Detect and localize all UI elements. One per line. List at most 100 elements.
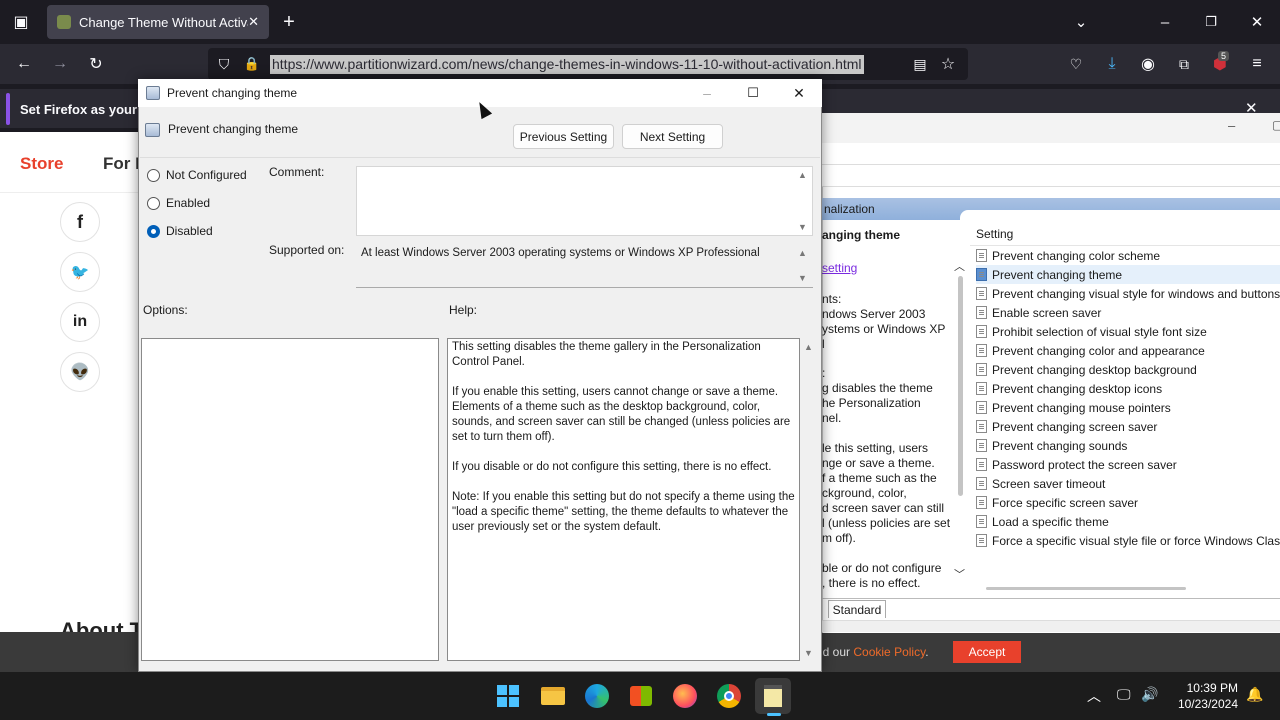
clock-date: 10/23/2024: [1177, 697, 1238, 711]
minimize-browser-icon[interactable]: –: [1142, 0, 1188, 44]
tab-close-icon[interactable]: ✕: [248, 14, 259, 30]
list-hscrollbar[interactable]: [986, 587, 1186, 590]
tab-overflow-chevron-icon[interactable]: ⌄: [1058, 0, 1104, 44]
setting-row[interactable]: Prohibit selection of visual style font …: [976, 322, 1207, 341]
settings-column-header[interactable]: Setting: [976, 227, 1013, 241]
pocket-icon[interactable]: ♡: [1061, 49, 1091, 79]
radio-circle[interactable]: [147, 196, 160, 210]
next-setting-button[interactable]: Next Setting: [622, 124, 723, 149]
bookmark-star-icon[interactable]: ☆: [933, 49, 963, 79]
setting-row[interactable]: Prevent changing sounds: [976, 436, 1127, 455]
start-icon[interactable]: [490, 678, 526, 714]
help-scroll-down-icon[interactable]: ▼: [804, 648, 813, 658]
setting-row[interactable]: Enable screen saver: [976, 303, 1101, 322]
extensions-icon[interactable]: ⧉: [1169, 49, 1199, 79]
supported-scroll-up-icon[interactable]: ▲: [798, 248, 807, 258]
tray-overflow-icon[interactable]: ︿: [1087, 686, 1101, 706]
setting-row[interactable]: Force specific screen saver: [976, 493, 1138, 512]
comment-label: Comment:: [269, 165, 325, 179]
list-scrollbar-thumb[interactable]: [958, 276, 963, 496]
setting-label: Screen saver timeout: [992, 476, 1106, 491]
setting-label: Prevent changing color and appearance: [992, 343, 1205, 358]
gpedit-edit-link[interactable]: setting: [822, 261, 857, 275]
store-icon[interactable]: [623, 678, 659, 714]
new-tab-icon[interactable]: +: [274, 7, 304, 37]
comment-textarea[interactable]: [356, 166, 813, 236]
lock-icon[interactable]: 🔒: [237, 49, 267, 79]
tab-list-icon[interactable]: ▣: [6, 7, 36, 37]
radio-circle[interactable]: [147, 168, 160, 182]
notification-accent: [6, 93, 10, 125]
dialog-close-icon[interactable]: ✕: [776, 79, 822, 107]
radio-enabled[interactable]: Enabled: [147, 196, 210, 210]
forward-icon[interactable]: →: [45, 49, 75, 79]
gpedit-restore-icon[interactable]: ▢: [1272, 118, 1280, 132]
twitter-icon[interactable]: 🐦: [60, 252, 100, 292]
taskbar-clock[interactable]: 10:39 PM 10/23/2024: [1170, 680, 1238, 712]
notepad-icon[interactable]: [755, 678, 791, 714]
reddit-icon[interactable]: 👽: [60, 352, 100, 392]
setting-row[interactable]: Prevent changing theme: [976, 265, 1280, 284]
app-menu-icon[interactable]: ≡: [1242, 49, 1272, 79]
list-scroll-up-icon[interactable]: ︿: [954, 258, 965, 274]
network-icon[interactable]: 🖵: [1117, 686, 1131, 703]
setting-row[interactable]: Prevent changing screen saver: [976, 417, 1157, 436]
nav-store-link[interactable]: Store: [20, 154, 63, 174]
setting-row[interactable]: Password protect the screen saver: [976, 455, 1177, 474]
radio-label: Not Configured: [166, 168, 247, 182]
notifications-bell-icon[interactable]: 🔔: [1246, 686, 1263, 703]
help-scroll-up-icon[interactable]: ▲: [804, 342, 813, 352]
gpedit-minimize-icon[interactable]: –: [1228, 118, 1235, 133]
close-browser-icon[interactable]: ✕: [1234, 0, 1280, 44]
policy-name: Prevent changing theme: [168, 122, 299, 136]
edge-icon[interactable]: [579, 678, 615, 714]
comment-scroll-up-icon[interactable]: ▲: [798, 170, 807, 180]
url-text-selected[interactable]: https://www.partitionwizard.com/news/cha…: [270, 55, 864, 74]
tracking-shield-icon[interactable]: ⛉: [209, 49, 239, 79]
reload-icon[interactable]: ↻: [81, 49, 111, 79]
previous-setting-button[interactable]: Previous Setting: [513, 124, 614, 149]
description-line: ndows Server 2003: [822, 307, 926, 321]
linkedin-icon[interactable]: in: [60, 302, 100, 342]
dialog-minimize-icon[interactable]: –: [684, 79, 730, 107]
back-icon[interactable]: ←: [9, 49, 39, 79]
radio-not-configured[interactable]: Not Configured: [147, 168, 247, 182]
policy-setting-icon: [145, 123, 160, 137]
setting-row[interactable]: Prevent changing color scheme: [976, 246, 1160, 265]
standard-view-tab[interactable]: Standard: [828, 600, 886, 618]
policy-setting-icon: [976, 306, 987, 319]
setting-row[interactable]: Load a specific theme: [976, 512, 1109, 531]
accept-cookies-button[interactable]: Accept: [953, 641, 1021, 663]
gpedit-band-label: nalization: [824, 202, 875, 216]
setting-row[interactable]: Screen saver timeout: [976, 474, 1105, 493]
options-panel: [141, 338, 439, 661]
setting-label: Prevent changing theme: [992, 267, 1123, 282]
setting-row[interactable]: Prevent changing visual style for window…: [976, 284, 1280, 303]
cookie-policy-link[interactable]: Cookie Policy: [853, 645, 925, 659]
browser-tab-active[interactable]: Change Theme Without Activa ✕: [47, 5, 269, 39]
account-icon[interactable]: ◉: [1133, 49, 1163, 79]
setting-row[interactable]: Prevent changing color and appearance: [976, 341, 1205, 360]
restore-browser-icon[interactable]: ❐: [1188, 0, 1234, 44]
setting-row[interactable]: Prevent changing desktop icons: [976, 379, 1162, 398]
radio-disabled[interactable]: Disabled: [147, 224, 213, 238]
radio-circle[interactable]: [147, 224, 160, 238]
comment-scroll-down-icon[interactable]: ▼: [798, 222, 807, 232]
volume-icon[interactable]: 🔊: [1141, 686, 1158, 703]
firefox-icon[interactable]: [667, 678, 703, 714]
list-scroll-down-icon[interactable]: ﹀: [954, 566, 965, 582]
facebook-icon[interactable]: f: [60, 202, 100, 242]
setting-row[interactable]: Force a specific visual style file or fo…: [976, 531, 1280, 550]
supported-scroll-down-icon[interactable]: ▼: [798, 273, 807, 283]
reader-view-icon[interactable]: ▤: [905, 49, 935, 79]
dialog-maximize-icon[interactable]: ☐: [730, 79, 776, 107]
file-explorer-icon[interactable]: [535, 678, 571, 714]
help-label: Help:: [449, 303, 478, 317]
downloads-icon[interactable]: ⤓: [1097, 49, 1127, 79]
policy-setting-icon: [976, 401, 987, 414]
setting-row[interactable]: Prevent changing desktop background: [976, 360, 1197, 379]
nav-for-link[interactable]: For I: [103, 154, 140, 174]
chrome-icon[interactable]: [711, 678, 747, 714]
tab-favicon-icon: [57, 15, 71, 29]
setting-row[interactable]: Prevent changing mouse pointers: [976, 398, 1171, 417]
